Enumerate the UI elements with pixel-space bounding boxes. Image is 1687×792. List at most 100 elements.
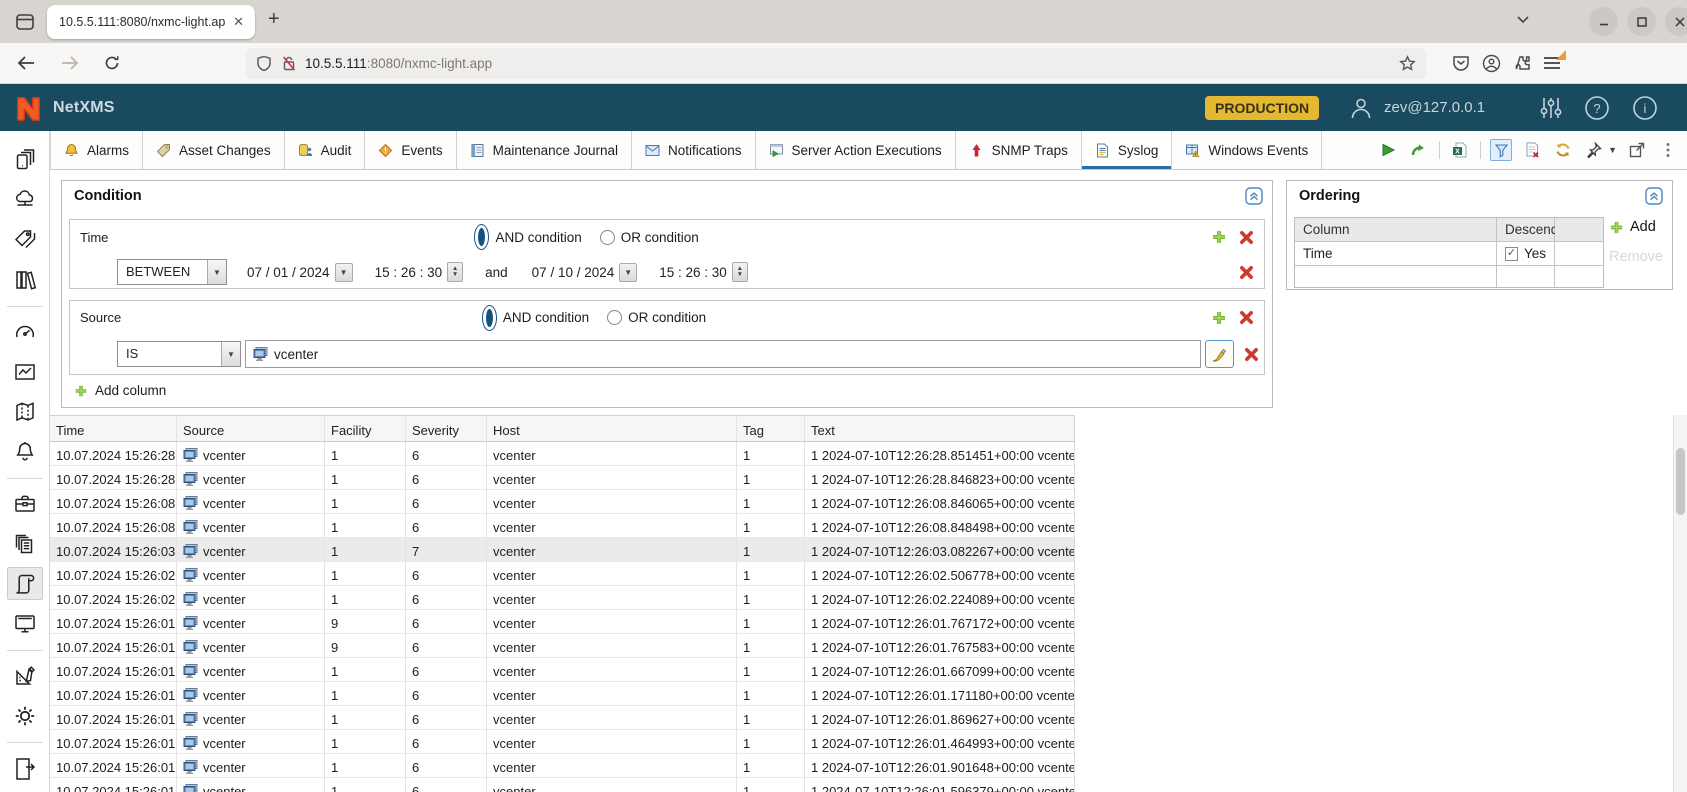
clear-filter-doc-icon[interactable] <box>1521 139 1543 161</box>
account-icon[interactable] <box>1482 54 1501 73</box>
tab-syslog[interactable]: Syslog <box>1081 131 1173 169</box>
sidebar-item-documents[interactable] <box>7 528 43 561</box>
sidebar-item-mobile-devices[interactable] <box>7 144 43 177</box>
scrollbar-thumb[interactable] <box>1676 448 1685 515</box>
source-value-input[interactable]: vcenter <box>245 340 1201 368</box>
remove-source-rule-icon[interactable] <box>1244 347 1259 362</box>
time-to-spinner[interactable]: ▲ ▼ <box>731 262 748 282</box>
reload-icon[interactable] <box>96 48 128 78</box>
table-row[interactable]: 10.07.2024 15:26:01 vcenter 1 6 vcenter 1 1 20… <box>50 658 1074 682</box>
sidebar-item-ruler-pencil[interactable] <box>7 660 43 693</box>
sidebar-item-gauge[interactable] <box>7 316 43 349</box>
table-row[interactable]: 10.07.2024 15:26:02 vcenter 1 6 vcenter 1 1 20… <box>50 586 1074 610</box>
tab-server-action-executions[interactable]: Server Action Executions <box>756 131 956 169</box>
descending-checkbox[interactable]: ✓ <box>1505 246 1518 261</box>
time-operator-select[interactable]: BETWEEN ▼ <box>117 259 227 285</box>
address-bar[interactable]: 10.5.5.111:8080/nxmc-light.app <box>246 47 1426 79</box>
pin-icon[interactable] <box>1583 139 1605 161</box>
collapse-icon[interactable] <box>1245 187 1263 205</box>
tab-close-icon[interactable]: ✕ <box>230 14 247 30</box>
tab-list-chevron-icon[interactable] <box>1516 12 1530 27</box>
sidebar-item-monitor-screen[interactable] <box>7 607 43 640</box>
table-row[interactable]: 10.07.2024 15:26:08 vcenter 1 6 vcenter 1 1 20… <box>50 514 1074 538</box>
tab-audit[interactable]: Audit <box>285 131 366 169</box>
table-row[interactable]: 10.07.2024 15:26:08 vcenter 1 6 vcenter 1 1 20… <box>50 490 1074 514</box>
sidebar-item-map[interactable] <box>7 395 43 428</box>
browser-tab[interactable]: 10.5.5.111:8080/nxmc-light.ap ✕ <box>47 5 255 39</box>
column-header-facility[interactable]: Facility <box>325 416 406 441</box>
column-header-severity[interactable]: Severity <box>406 416 487 441</box>
firefox-view-icon[interactable] <box>8 7 42 37</box>
tab-events[interactable]: ! Events <box>365 131 457 169</box>
info-icon[interactable]: i <box>1632 95 1658 121</box>
time-from-spinner[interactable]: ▲ ▼ <box>447 262 464 282</box>
sidebar-item-line-chart[interactable] <box>7 356 43 389</box>
pin-dropdown-caret-icon[interactable]: ▼ <box>1608 145 1617 155</box>
vertical-scrollbar[interactable] <box>1673 415 1687 792</box>
ordering-col-column[interactable]: Column <box>1295 218 1497 242</box>
minimize-icon[interactable] <box>1589 7 1618 36</box>
column-header-source[interactable]: Source <box>177 416 325 441</box>
help-icon[interactable]: ? <box>1584 95 1610 121</box>
back-icon[interactable] <box>10 48 42 78</box>
forward-icon[interactable] <box>54 48 86 78</box>
tab-alarms[interactable]: Alarms <box>51 131 144 169</box>
column-header-text[interactable]: Text <box>805 416 1074 441</box>
select-object-brush-button[interactable] <box>1205 340 1234 368</box>
filter-funnel-icon[interactable] <box>1490 139 1513 161</box>
sidebar-item-gear[interactable] <box>7 700 43 733</box>
sliders-icon[interactable] <box>1540 96 1562 120</box>
column-header-tag[interactable]: Tag <box>737 416 805 441</box>
table-row[interactable]: 10.07.2024 15:26:28 vcenter 1 6 vcenter 1 1 20… <box>50 466 1074 490</box>
new-tab-button[interactable]: + <box>268 8 280 31</box>
source-and-radio[interactable] <box>481 304 497 331</box>
add-time-rule-icon[interactable] <box>1211 229 1227 245</box>
sidebar-item-cloud-network[interactable] <box>7 184 43 217</box>
sidebar-item-briefcase[interactable] <box>7 488 43 521</box>
time-from-value[interactable]: 15 : 26 : 30 <box>375 265 443 280</box>
tab-snmp-traps[interactable]: SNMP Traps <box>956 131 1082 169</box>
table-row[interactable]: 10.07.2024 15:26:01 vcenter 9 6 vcenter 1 1 20… <box>50 634 1074 658</box>
refresh-icon[interactable] <box>1552 139 1574 161</box>
remove-time-rule-icon[interactable] <box>1239 265 1254 280</box>
source-or-radio[interactable] <box>607 310 623 325</box>
sidebar-item-bell-outline[interactable] <box>7 435 43 468</box>
kebab-menu-icon[interactable] <box>1657 139 1679 161</box>
column-header-host[interactable]: Host <box>487 416 737 441</box>
table-row[interactable]: 10.07.2024 15:26:01 vcenter 1 6 vcenter 1 1 20… <box>50 682 1074 706</box>
open-external-icon[interactable] <box>1626 139 1648 161</box>
table-row[interactable]: 10.07.2024 15:26:28 vcenter 1 6 vcenter 1 1 20… <box>50 442 1074 466</box>
tab-maintenance-journal[interactable]: Maintenance Journal <box>457 131 632 169</box>
menu-hamburger-icon[interactable] <box>1543 50 1566 71</box>
time-to-value[interactable]: 15 : 26 : 30 <box>659 265 727 280</box>
date-to-dropdown-icon[interactable]: ▼ <box>619 262 638 282</box>
column-header-time[interactable]: Time <box>50 416 177 441</box>
sidebar-item-exit-door[interactable] <box>7 752 43 785</box>
export-excel-icon[interactable]: X <box>1449 139 1471 161</box>
tab-notifications[interactable]: Notifications <box>632 131 756 169</box>
source-operator-select[interactable]: IS ▼ <box>117 341 241 367</box>
table-row[interactable]: 10.07.2024 15:26:03 vcenter 1 7 vcenter 1 1 20… <box>50 538 1074 562</box>
time-and-radio[interactable] <box>474 224 490 250</box>
close-icon[interactable] <box>1665 7 1687 36</box>
sidebar-item-scroll[interactable] <box>6 567 43 601</box>
execute-play-icon[interactable] <box>1377 139 1399 161</box>
date-from-value[interactable]: 07 / 01 / 2024 <box>247 265 330 280</box>
date-from-dropdown-icon[interactable]: ▼ <box>334 262 353 282</box>
table-row[interactable]: 10.07.2024 15:26:01 vcenter 1 6 vcenter 1 1 20… <box>50 706 1074 730</box>
extensions-puzzle-icon[interactable] <box>1513 54 1531 72</box>
add-source-rule-icon[interactable] <box>1211 310 1227 326</box>
table-row[interactable]: 10.07.2024 15:26:01 vcenter 1 6 vcenter 1 1 20… <box>50 778 1074 792</box>
date-to-value[interactable]: 07 / 10 / 2024 <box>532 265 615 280</box>
table-row[interactable]: 10.07.2024 15:26:01 vcenter 1 6 vcenter 1 1 20… <box>50 754 1074 778</box>
add-column-button[interactable]: Add column <box>74 383 166 398</box>
insecure-lock-icon[interactable] <box>281 55 297 72</box>
sidebar-item-library-books[interactable] <box>7 263 43 296</box>
tab-asset-changes[interactable]: Asset Changes <box>143 131 285 169</box>
table-row[interactable]: 10.07.2024 15:26:01 vcenter 9 6 vcenter 1 1 20… <box>50 610 1074 634</box>
time-or-radio[interactable] <box>599 229 615 245</box>
collapse-icon[interactable] <box>1645 187 1663 205</box>
resume-arrow-icon[interactable] <box>1408 139 1430 161</box>
table-row[interactable]: 10.07.2024 15:26:01 vcenter 1 6 vcenter 1 1 20… <box>50 730 1074 754</box>
ordering-add-button[interactable]: Add <box>1609 219 1663 235</box>
